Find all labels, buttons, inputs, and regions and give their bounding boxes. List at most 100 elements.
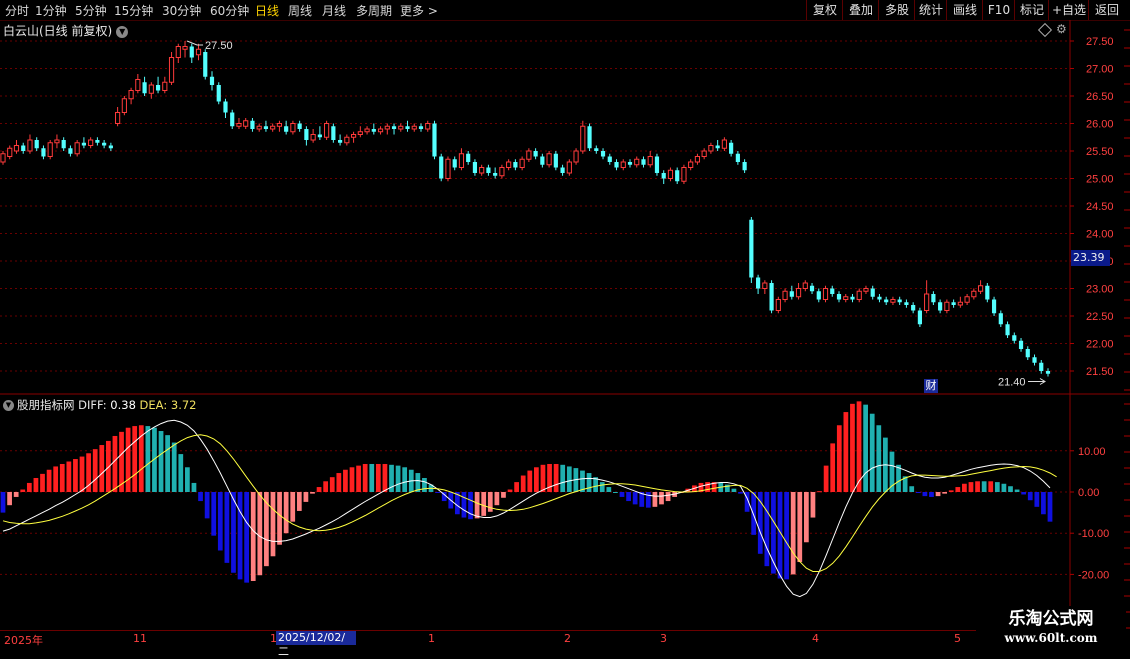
macd-histogram-bar xyxy=(731,488,737,492)
chevron-down-icon[interactable]: ▼ xyxy=(116,25,129,38)
candle-body-down xyxy=(991,299,997,314)
macd-histogram-bar xyxy=(1014,489,1020,492)
kline-chart[interactable]: 27.50 27.00 26.50 26.00 25.50 25.00 24.50 24.00… xyxy=(0,0,1130,650)
candle-body-down xyxy=(513,162,518,168)
candle-body-up xyxy=(526,150,532,160)
candle-body-up xyxy=(667,169,674,179)
macd-histogram-bar xyxy=(66,461,72,492)
macd-histogram-bar xyxy=(468,492,473,520)
macd-histogram-bar xyxy=(514,482,519,492)
candle-body-down xyxy=(371,129,376,132)
candle-body-up xyxy=(243,120,249,127)
macd-histogram-bar xyxy=(165,435,170,492)
candle-body-down xyxy=(81,142,86,146)
candle-body-down xyxy=(809,285,815,292)
candle-body-down xyxy=(627,162,633,165)
candle-body-up xyxy=(971,290,977,298)
candle-body-down xyxy=(830,288,835,294)
watermark-url: www.60lt.com xyxy=(1004,631,1098,645)
candle-body-up xyxy=(566,161,572,174)
candle-body-up xyxy=(890,299,896,303)
candle-body-down xyxy=(223,101,228,113)
candle-body-up xyxy=(398,125,404,130)
macd-histogram-bar xyxy=(968,482,974,492)
low-annotation-arrow xyxy=(1028,378,1046,385)
candle-body-up xyxy=(701,150,707,157)
indicator-menu-icon[interactable]: ▼ xyxy=(3,400,14,411)
macd-histogram-bar xyxy=(955,487,961,492)
macd-histogram-bar xyxy=(659,492,664,505)
candle-body-up xyxy=(977,285,984,292)
candle-body-up xyxy=(822,288,829,300)
candle-body-down xyxy=(587,126,592,149)
candle-body-up xyxy=(310,134,316,141)
candle-body-down xyxy=(155,85,161,91)
macd-histogram-bar xyxy=(915,492,921,493)
candle-body-down xyxy=(1012,335,1017,341)
gear-icon[interactable]: ⚙ xyxy=(1056,22,1067,36)
macd-histogram-bar xyxy=(988,481,994,492)
candle-body-down xyxy=(230,112,235,127)
macd-histogram-bar xyxy=(343,469,348,492)
macd-histogram-bar xyxy=(237,492,243,580)
macd-histogram-bar xyxy=(395,465,401,492)
candle-body-up xyxy=(681,167,687,182)
candle-body-up xyxy=(88,139,94,146)
candle-body-up xyxy=(0,153,6,163)
macd-histogram-bar xyxy=(843,412,849,492)
candle-body-down xyxy=(715,145,720,149)
candle-body-up xyxy=(13,145,20,152)
price-tick-label: 24.50 xyxy=(1086,201,1114,213)
indicator-source: 股朋指标网 xyxy=(17,398,75,412)
date-label-mar: 3 xyxy=(660,632,667,645)
finance-badge[interactable]: 财 xyxy=(924,379,938,393)
macd-histogram-bar xyxy=(40,473,45,492)
candle-body-up xyxy=(620,161,626,168)
date-label-apr: 4 xyxy=(812,632,819,645)
diff-label: DIFF: xyxy=(78,398,107,412)
candle-body-down xyxy=(466,153,471,162)
macd-histogram-bar xyxy=(59,463,65,492)
candle-body-up xyxy=(175,46,181,58)
macd-histogram-bar xyxy=(817,491,822,493)
price-tick-label: 21.50 xyxy=(1086,366,1114,378)
candle-body-up xyxy=(74,142,80,155)
macd-histogram-bar xyxy=(53,466,59,492)
macd-histogram-bar xyxy=(356,465,361,492)
candle-body-up xyxy=(580,125,586,152)
candle-body-down xyxy=(600,151,606,157)
candle-body-down xyxy=(836,294,842,300)
macd-histogram-bar xyxy=(158,431,164,492)
candle-body-up xyxy=(924,293,930,311)
macd-histogram-bar xyxy=(296,492,302,511)
candle-body-down xyxy=(493,173,498,176)
macd-histogram-bar xyxy=(224,492,230,563)
price-tick-label: 26.00 xyxy=(1086,119,1114,131)
candle-body-down xyxy=(61,140,66,149)
candle-body-up xyxy=(290,123,296,133)
candle-body-down xyxy=(41,148,46,157)
macd-histogram-bar xyxy=(336,473,342,492)
macd-histogram-bar xyxy=(1034,492,1040,507)
candle-body-down xyxy=(870,288,875,297)
macd-histogram-bar xyxy=(1008,486,1013,492)
candle-body-up xyxy=(276,123,283,127)
macd-histogram-bar xyxy=(46,469,52,492)
macd-histogram-bar xyxy=(375,463,381,492)
macd-histogram-bar xyxy=(1021,492,1027,495)
macd-histogram-bar xyxy=(935,492,941,497)
macd-histogram-bar xyxy=(310,492,315,494)
candle-body-down xyxy=(938,302,943,311)
price-tick-label: 24.00 xyxy=(1086,229,1114,241)
macd-histogram-bar xyxy=(290,492,296,522)
macd-histogram-bar xyxy=(283,492,289,534)
dea-value: 3.72 xyxy=(170,398,197,412)
price-tick-label: 26.50 xyxy=(1086,91,1114,103)
candle-body-up xyxy=(350,134,357,138)
macd-histogram-bar xyxy=(560,464,566,492)
candle-body-up xyxy=(115,112,121,124)
macd-tick-label: -20.00 xyxy=(1078,569,1109,581)
macd-histogram-bar xyxy=(244,492,250,583)
candle-body-down xyxy=(1005,324,1010,336)
macd-histogram-bar xyxy=(79,456,85,492)
